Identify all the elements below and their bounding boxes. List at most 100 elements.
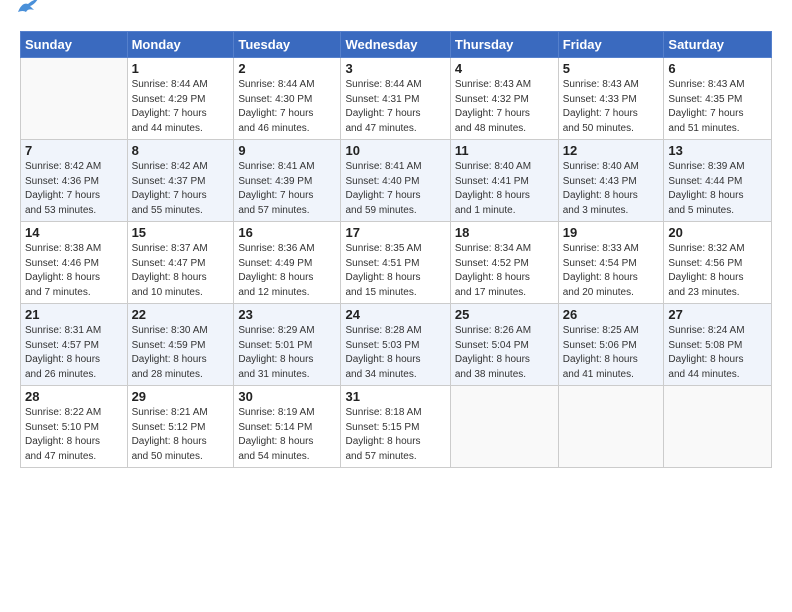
- calendar-cell: 7Sunrise: 8:42 AM Sunset: 4:36 PM Daylig…: [21, 140, 128, 222]
- day-number: 30: [238, 389, 336, 404]
- day-number: 3: [345, 61, 445, 76]
- day-number: 19: [563, 225, 660, 240]
- day-info: Sunrise: 8:37 AM Sunset: 4:47 PM Dayligh…: [132, 242, 230, 300]
- calendar-cell: 5Sunrise: 8:43 AM Sunset: 4:33 PM Daylig…: [558, 58, 664, 140]
- calendar-cell: 21 Sunrise: 8:31 AM Sunset: 4:57 PM Dayli…: [21, 304, 128, 386]
- day-info: Sunrise: 8:43 AM Sunset: 4:33 PM Dayligh…: [563, 78, 660, 136]
- weekday-header-sunday: Sunday: [21, 32, 128, 58]
- day-number: 18: [455, 225, 554, 240]
- day-info: Sunrise: 8:35 AM Sunset: 4:51 PM Dayligh…: [345, 242, 445, 300]
- day-number: 6: [668, 61, 767, 76]
- week-row-3: 14 Sunrise: 8:38 AM Sunset: 4:46 PM Dayli…: [21, 222, 772, 304]
- day-info: Sunrise: 8:40 AM Sunset: 4:41 PM Dayligh…: [455, 160, 554, 218]
- day-number: 28: [25, 389, 123, 404]
- calendar-cell: 1 Sunrise: 8:44 AM Sunset: 4:29 PM Daylig…: [127, 58, 234, 140]
- calendar-cell: 18Sunrise: 8:34 AM Sunset: 4:52 PM Dayli…: [450, 222, 558, 304]
- day-info: Sunrise: 8:44 AM Sunset: 4:29 PM Dayligh…: [132, 78, 230, 136]
- day-number: 2: [238, 61, 336, 76]
- calendar-cell: 8 Sunrise: 8:42 AM Sunset: 4:37 PM Daylig…: [127, 140, 234, 222]
- day-number: 8: [132, 143, 230, 158]
- day-info: Sunrise: 8:31 AM Sunset: 4:57 PM Dayligh…: [25, 324, 123, 382]
- day-number: 31: [345, 389, 445, 404]
- day-number: 15: [132, 225, 230, 240]
- day-number: 24: [345, 307, 445, 322]
- logo-bird-icon: [16, 0, 38, 21]
- calendar-cell: 13 Sunrise: 8:39 AM Sunset: 4:44 PM Dayli…: [664, 140, 772, 222]
- day-info: Sunrise: 8:28 AM Sunset: 5:03 PM Dayligh…: [345, 324, 445, 382]
- calendar-cell: 25 Sunrise: 8:26 AM Sunset: 5:04 PM Dayli…: [450, 304, 558, 386]
- calendar-cell: [558, 386, 664, 468]
- calendar-cell: 29 Sunrise: 8:21 AM Sunset: 5:12 PM Dayli…: [127, 386, 234, 468]
- page: SundayMondayTuesdayWednesdayThursdayFrid…: [0, 0, 792, 612]
- day-number: 27: [668, 307, 767, 322]
- day-number: 16: [238, 225, 336, 240]
- day-number: 14: [25, 225, 123, 240]
- calendar-cell: 16 Sunrise: 8:36 AM Sunset: 4:49 PM Dayli…: [234, 222, 341, 304]
- calendar-cell: [450, 386, 558, 468]
- day-number: 20: [668, 225, 767, 240]
- calendar-cell: 24 Sunrise: 8:28 AM Sunset: 5:03 PM Dayli…: [341, 304, 450, 386]
- calendar-cell: 19 Sunrise: 8:33 AM Sunset: 4:54 PM Dayli…: [558, 222, 664, 304]
- weekday-header-thursday: Thursday: [450, 32, 558, 58]
- calendar-cell: 22Sunrise: 8:30 AM Sunset: 4:59 PM Dayli…: [127, 304, 234, 386]
- calendar-cell: 15 Sunrise: 8:37 AM Sunset: 4:47 PM Dayli…: [127, 222, 234, 304]
- day-number: 11: [455, 143, 554, 158]
- calendar-cell: 6Sunrise: 8:43 AM Sunset: 4:35 PM Daylig…: [664, 58, 772, 140]
- day-number: 1: [132, 61, 230, 76]
- day-info: Sunrise: 8:29 AM Sunset: 5:01 PM Dayligh…: [238, 324, 336, 382]
- day-info: Sunrise: 8:18 AM Sunset: 5:15 PM Dayligh…: [345, 406, 445, 464]
- weekday-header-friday: Friday: [558, 32, 664, 58]
- calendar-cell: 2 Sunrise: 8:44 AM Sunset: 4:30 PM Daylig…: [234, 58, 341, 140]
- day-number: 21: [25, 307, 123, 322]
- day-number: 17: [345, 225, 445, 240]
- day-info: Sunrise: 8:26 AM Sunset: 5:04 PM Dayligh…: [455, 324, 554, 382]
- day-number: 7: [25, 143, 123, 158]
- calendar-cell: 31 Sunrise: 8:18 AM Sunset: 5:15 PM Dayli…: [341, 386, 450, 468]
- day-number: 12: [563, 143, 660, 158]
- day-number: 25: [455, 307, 554, 322]
- calendar-cell: 27 Sunrise: 8:24 AM Sunset: 5:08 PM Dayli…: [664, 304, 772, 386]
- day-number: 13: [668, 143, 767, 158]
- day-info: Sunrise: 8:44 AM Sunset: 4:30 PM Dayligh…: [238, 78, 336, 136]
- calendar-cell: [664, 386, 772, 468]
- day-info: Sunrise: 8:33 AM Sunset: 4:54 PM Dayligh…: [563, 242, 660, 300]
- day-info: Sunrise: 8:44 AM Sunset: 4:31 PM Dayligh…: [345, 78, 445, 136]
- calendar-cell: 17 Sunrise: 8:35 AM Sunset: 4:51 PM Dayli…: [341, 222, 450, 304]
- weekday-header-tuesday: Tuesday: [234, 32, 341, 58]
- calendar-cell: 23 Sunrise: 8:29 AM Sunset: 5:01 PM Dayli…: [234, 304, 341, 386]
- day-info: Sunrise: 8:22 AM Sunset: 5:10 PM Dayligh…: [25, 406, 123, 464]
- weekday-header-saturday: Saturday: [664, 32, 772, 58]
- week-row-4: 21 Sunrise: 8:31 AM Sunset: 4:57 PM Dayli…: [21, 304, 772, 386]
- week-row-1: 1 Sunrise: 8:44 AM Sunset: 4:29 PM Daylig…: [21, 58, 772, 140]
- day-number: 10: [345, 143, 445, 158]
- day-number: 23: [238, 307, 336, 322]
- calendar-cell: 30 Sunrise: 8:19 AM Sunset: 5:14 PM Dayli…: [234, 386, 341, 468]
- calendar-cell: 28 Sunrise: 8:22 AM Sunset: 5:10 PM Dayli…: [21, 386, 128, 468]
- calendar-cell: 11 Sunrise: 8:40 AM Sunset: 4:41 PM Dayli…: [450, 140, 558, 222]
- day-info: Sunrise: 8:24 AM Sunset: 5:08 PM Dayligh…: [668, 324, 767, 382]
- week-row-5: 28 Sunrise: 8:22 AM Sunset: 5:10 PM Dayli…: [21, 386, 772, 468]
- day-info: Sunrise: 8:39 AM Sunset: 4:44 PM Dayligh…: [668, 160, 767, 218]
- day-info: Sunrise: 8:19 AM Sunset: 5:14 PM Dayligh…: [238, 406, 336, 464]
- calendar-cell: 12Sunrise: 8:40 AM Sunset: 4:43 PM Dayli…: [558, 140, 664, 222]
- day-info: Sunrise: 8:43 AM Sunset: 4:32 PM Dayligh…: [455, 78, 554, 136]
- calendar-cell: 26 Sunrise: 8:25 AM Sunset: 5:06 PM Dayli…: [558, 304, 664, 386]
- day-info: Sunrise: 8:32 AM Sunset: 4:56 PM Dayligh…: [668, 242, 767, 300]
- day-info: Sunrise: 8:21 AM Sunset: 5:12 PM Dayligh…: [132, 406, 230, 464]
- calendar-cell: 9Sunrise: 8:41 AM Sunset: 4:39 PM Daylig…: [234, 140, 341, 222]
- day-number: 26: [563, 307, 660, 322]
- day-info: Sunrise: 8:36 AM Sunset: 4:49 PM Dayligh…: [238, 242, 336, 300]
- calendar-cell: 4Sunrise: 8:43 AM Sunset: 4:32 PM Daylig…: [450, 58, 558, 140]
- day-number: 29: [132, 389, 230, 404]
- logo: [20, 16, 38, 21]
- weekday-header-wednesday: Wednesday: [341, 32, 450, 58]
- day-info: Sunrise: 8:41 AM Sunset: 4:39 PM Dayligh…: [238, 160, 336, 218]
- calendar-cell: 3 Sunrise: 8:44 AM Sunset: 4:31 PM Daylig…: [341, 58, 450, 140]
- calendar-table: SundayMondayTuesdayWednesdayThursdayFrid…: [20, 31, 772, 468]
- calendar-cell: [21, 58, 128, 140]
- day-info: Sunrise: 8:42 AM Sunset: 4:37 PM Dayligh…: [132, 160, 230, 218]
- day-info: Sunrise: 8:38 AM Sunset: 4:46 PM Dayligh…: [25, 242, 123, 300]
- day-info: Sunrise: 8:25 AM Sunset: 5:06 PM Dayligh…: [563, 324, 660, 382]
- day-info: Sunrise: 8:41 AM Sunset: 4:40 PM Dayligh…: [345, 160, 445, 218]
- calendar-cell: 20 Sunrise: 8:32 AM Sunset: 4:56 PM Dayli…: [664, 222, 772, 304]
